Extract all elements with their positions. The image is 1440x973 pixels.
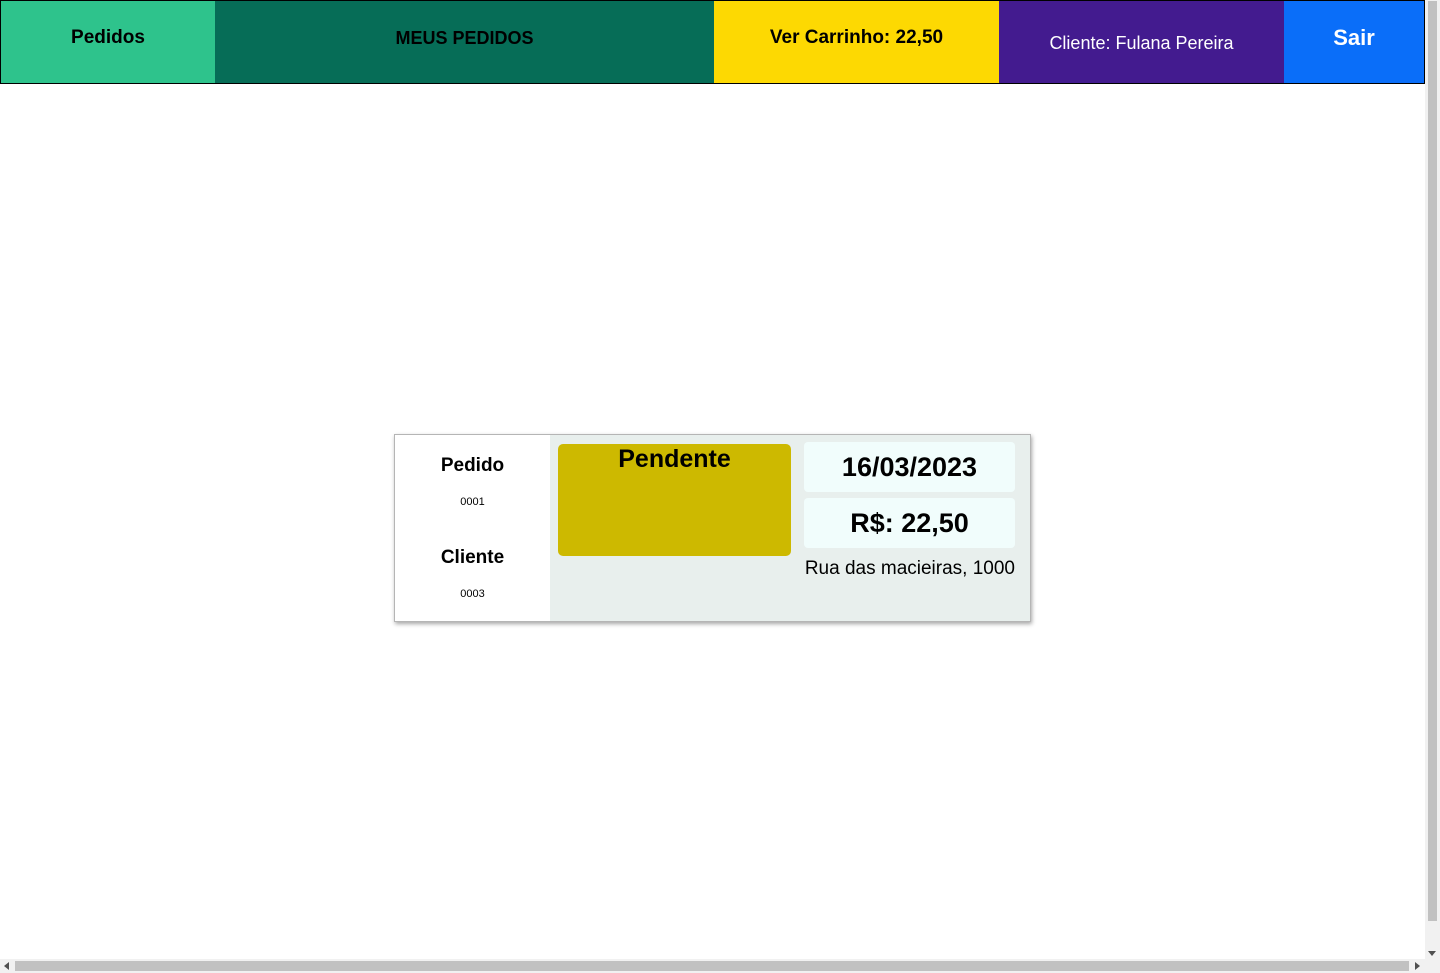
order-number-label: Pedido <box>440 455 505 476</box>
horizontal-scrollbar[interactable] <box>0 959 1440 973</box>
order-ids-panel: Pedido 0001 Cliente 0003 <box>395 435 550 621</box>
order-total: R$: 22,50 <box>804 498 1015 548</box>
order-card[interactable]: Pedido 0001 Cliente 0003 Pendente 16/03/… <box>394 434 1031 622</box>
nav-pedidos-button[interactable]: Pedidos <box>1 1 215 83</box>
order-date: 16/03/2023 <box>804 442 1015 492</box>
horizontal-scrollbar-thumb[interactable] <box>15 961 1409 971</box>
nav-cart-button[interactable]: Ver Carrinho: 22,50 <box>714 1 999 83</box>
order-status-badge: Pendente <box>558 444 791 556</box>
top-navbar: Pedidos MEUS PEDIDOS Ver Carrinho: 22,50… <box>0 0 1425 84</box>
scroll-down-arrow-icon[interactable] <box>1428 951 1436 956</box>
nav-client-name[interactable]: Cliente: Fulana Pereira <box>999 1 1284 83</box>
vertical-scrollbar[interactable] <box>1425 0 1440 959</box>
order-number-value: 0001 <box>460 496 485 508</box>
logout-button[interactable]: Sair <box>1284 1 1424 83</box>
order-address: Rua das macieiras, 1000 <box>804 558 1015 579</box>
vertical-scrollbar-thumb[interactable] <box>1428 1 1437 921</box>
client-id-label: Cliente <box>440 547 505 568</box>
nav-meus-pedidos-button[interactable]: MEUS PEDIDOS <box>215 1 714 83</box>
scroll-right-arrow-icon[interactable] <box>1415 962 1420 970</box>
scroll-left-arrow-icon[interactable] <box>4 962 9 970</box>
client-id-value: 0003 <box>460 588 485 600</box>
